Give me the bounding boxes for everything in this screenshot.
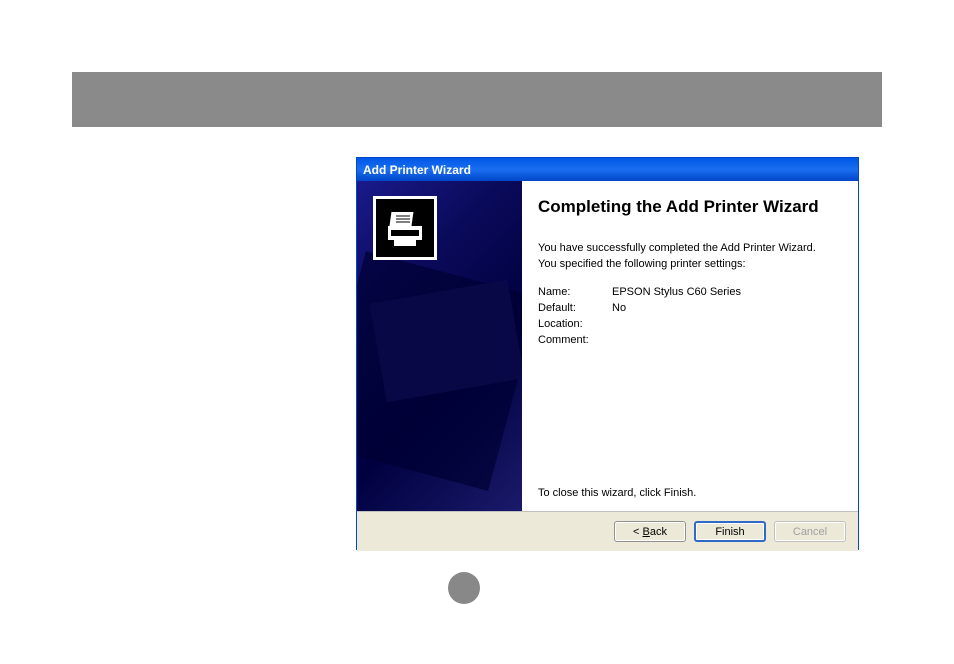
name-label: Name:	[538, 286, 612, 298]
printer-settings-summary: Name: EPSON Stylus C60 Series Default: N…	[538, 286, 838, 350]
page-indicator-dot	[448, 572, 480, 604]
add-printer-wizard-window: Add Printer Wizard Completing the Add Pr…	[356, 157, 859, 550]
wizard-sidebar-graphic	[357, 181, 522, 511]
document-header-banner	[72, 72, 882, 127]
wizard-content: Completing the Add Printer Wizard You ha…	[522, 181, 858, 511]
wizard-intro-text: You have successfully completed the Add …	[538, 241, 838, 272]
comment-value	[612, 334, 838, 346]
cancel-button: Cancel	[774, 521, 846, 542]
titlebar[interactable]: Add Printer Wizard	[357, 158, 858, 181]
name-value: EPSON Stylus C60 Series	[612, 286, 838, 298]
default-value: No	[612, 302, 838, 314]
finish-button[interactable]: Finish	[694, 521, 766, 542]
wizard-heading: Completing the Add Printer Wizard	[538, 197, 838, 217]
comment-label: Comment:	[538, 334, 612, 346]
close-instruction: To close this wizard, click Finish.	[538, 487, 838, 499]
back-button[interactable]: < Back	[614, 521, 686, 542]
location-label: Location:	[538, 318, 612, 330]
wizard-body: Completing the Add Printer Wizard You ha…	[357, 181, 858, 511]
window-title: Add Printer Wizard	[363, 163, 471, 177]
printer-icon	[373, 196, 437, 260]
default-label: Default:	[538, 302, 612, 314]
location-value	[612, 318, 838, 330]
button-bar: < Back Finish Cancel	[357, 511, 858, 551]
